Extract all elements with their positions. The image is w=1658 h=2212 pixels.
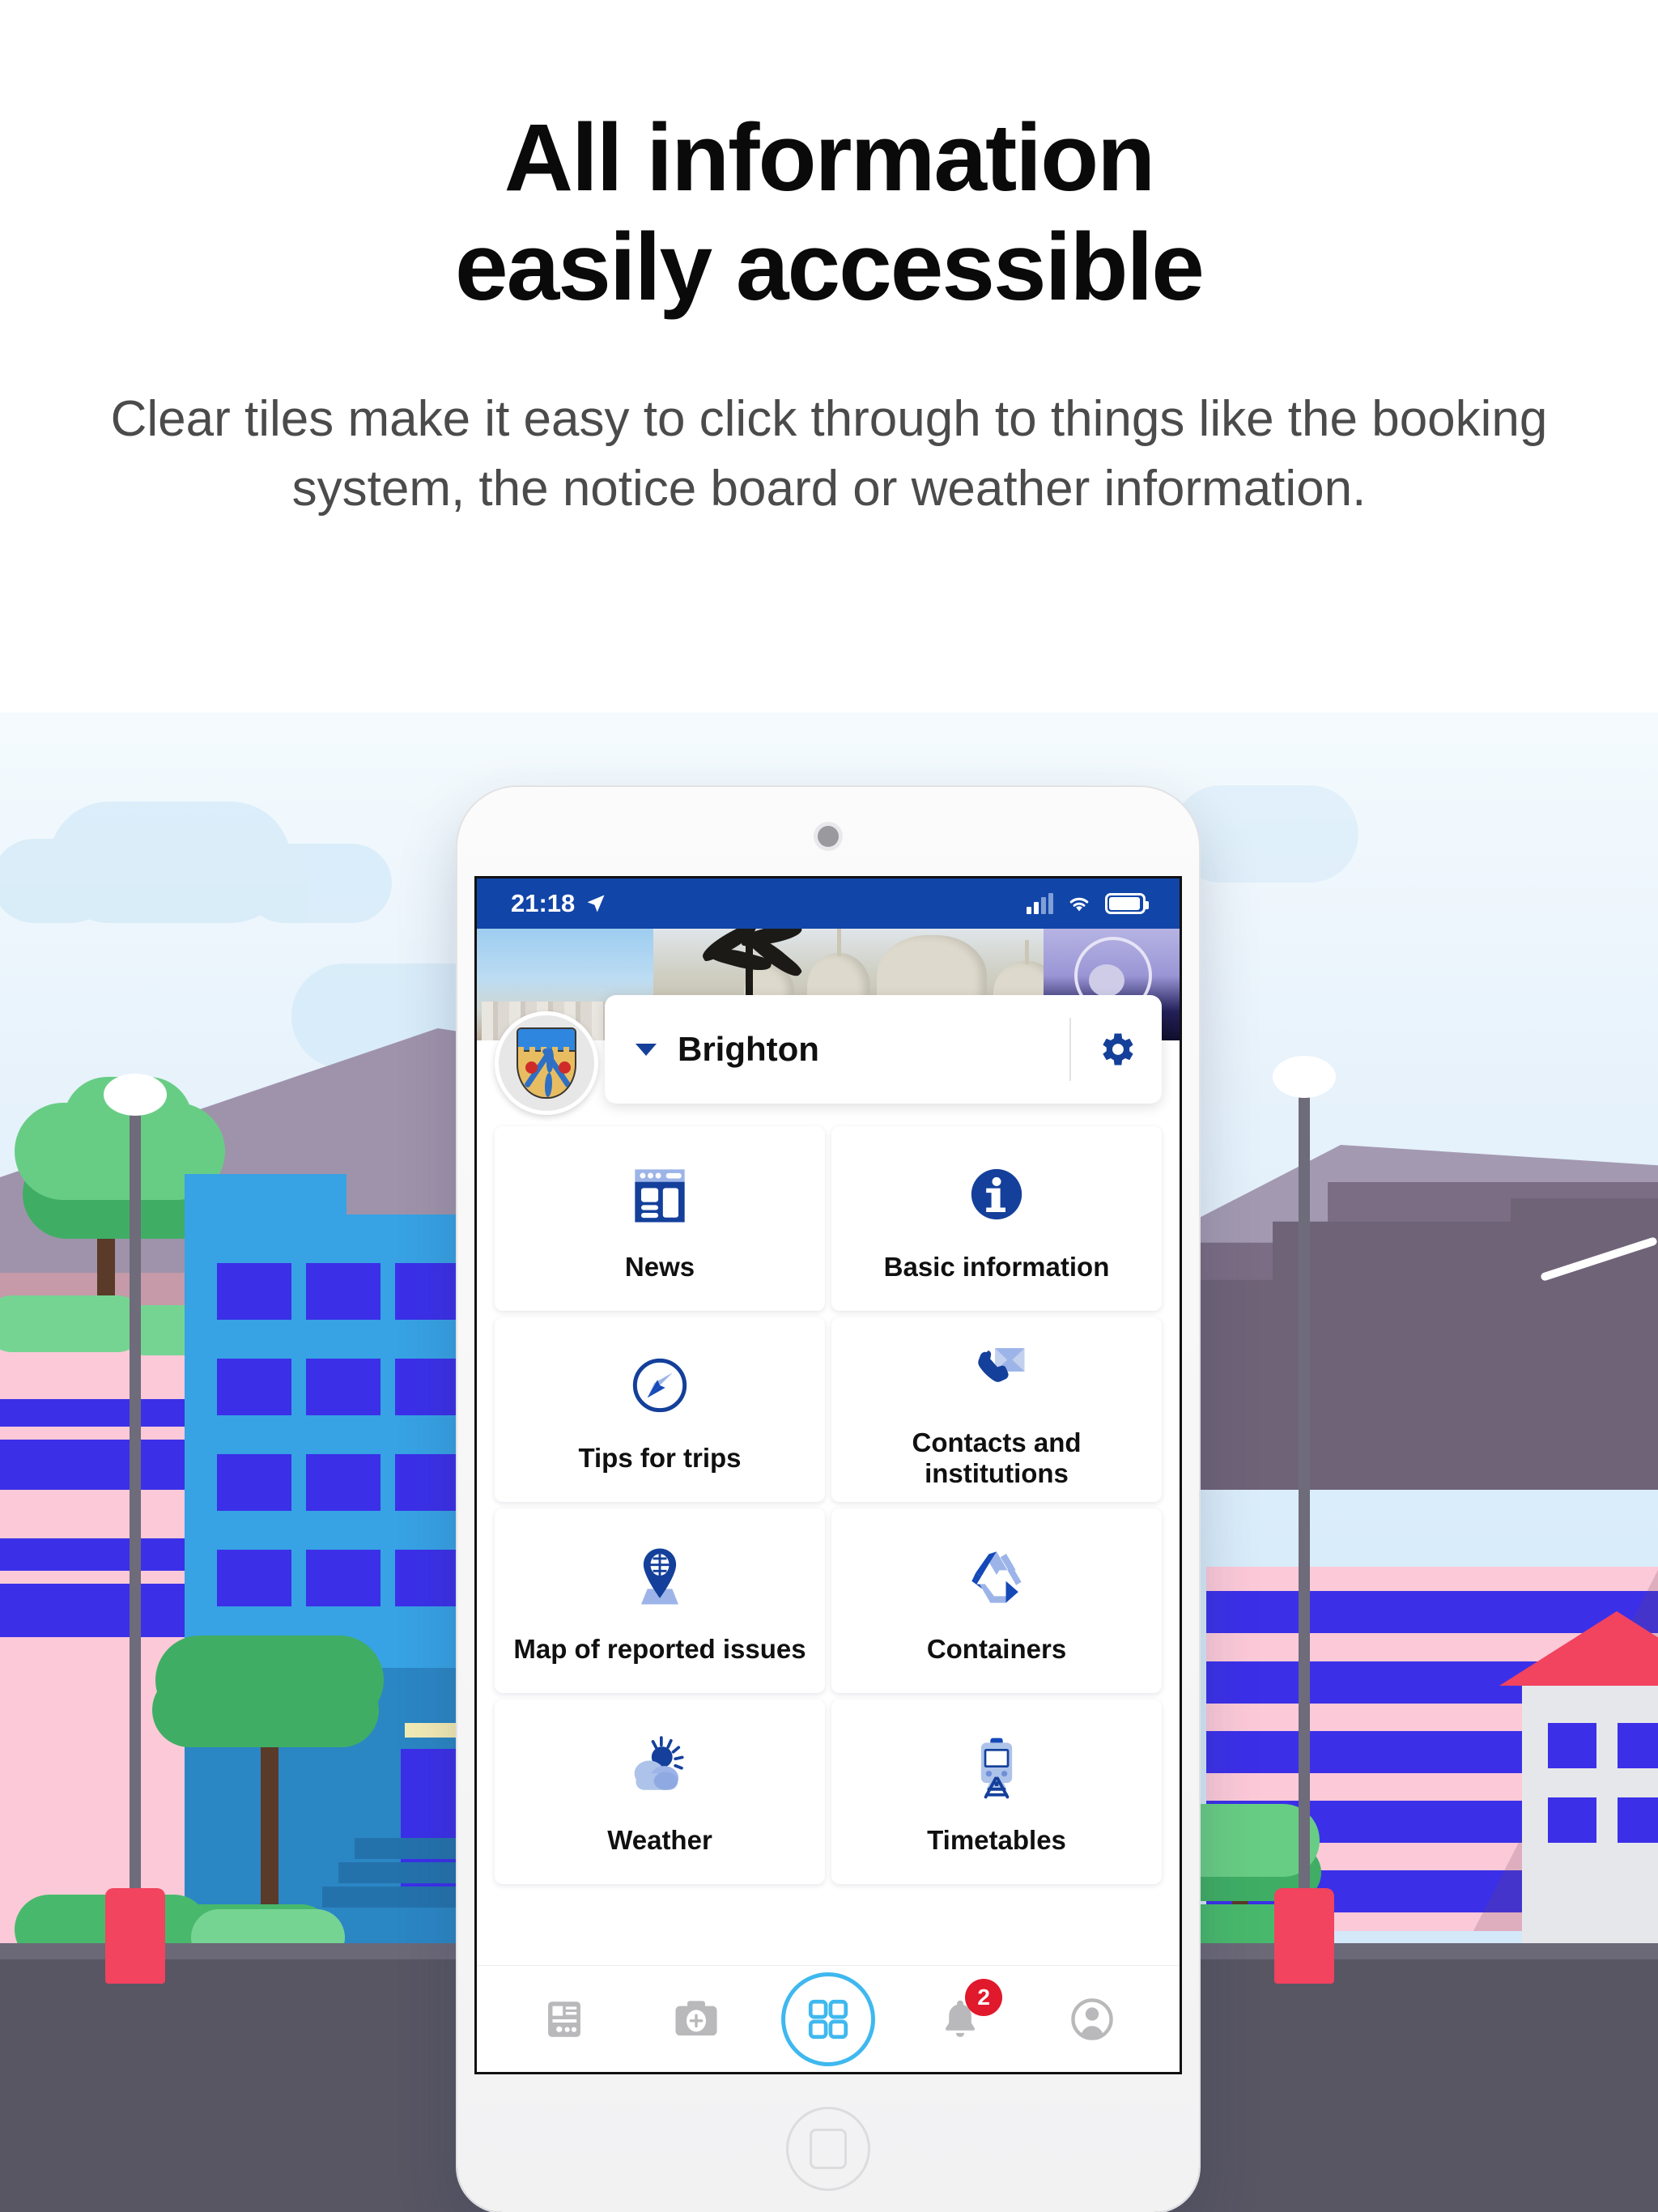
front-camera-icon — [818, 826, 839, 847]
city-dropdown[interactable]: Brighton — [605, 1030, 1069, 1069]
tile-label: Containers — [926, 1634, 1067, 1664]
battery-icon — [1105, 893, 1149, 914]
phone-envelope-icon — [959, 1330, 1034, 1410]
nav-item-dashboard[interactable] — [780, 1972, 877, 2066]
city-selector[interactable]: Brighton — [605, 995, 1162, 1104]
news-feed-icon — [547, 2001, 580, 2037]
promo-subhead: Clear tiles make it easy to click throug… — [110, 391, 1548, 517]
tile-label: News — [624, 1252, 695, 1282]
info-circle-icon — [961, 1155, 1032, 1234]
compass-icon — [623, 1346, 697, 1425]
phone-screen: 21:18 Brighton News Basic information Ti… — [474, 876, 1182, 2074]
nav-item-report[interactable] — [648, 1976, 745, 2063]
cloud-icon — [1172, 785, 1358, 883]
settings-button[interactable] — [1071, 1028, 1162, 1070]
status-right — [1027, 893, 1149, 914]
home-button-icon[interactable] — [786, 2107, 870, 2191]
wifi-icon — [1069, 897, 1089, 912]
chevron-down-icon — [636, 1043, 657, 1056]
page-title: All information easily accessible — [455, 104, 1205, 321]
news-window-icon — [623, 1155, 697, 1234]
tile-grid: News Basic information Tips for trips Co… — [477, 1040, 1180, 1884]
tile-label: Basic information — [883, 1252, 1110, 1282]
tile-tips-for-trips[interactable]: Tips for trips — [495, 1317, 825, 1502]
tile-map-of-reported-issues[interactable]: Map of reported issues — [495, 1508, 825, 1693]
promo-header: All information easily accessible Clear … — [0, 0, 1658, 713]
headline-line-1: All information — [504, 104, 1156, 211]
camera-add-icon — [675, 2000, 717, 2035]
cloud-icon — [0, 802, 392, 923]
selected-city-label: Brighton — [678, 1030, 819, 1068]
notification-badge: 2 — [965, 1978, 1003, 2016]
tile-contacts-and-institutions[interactable]: Contacts and institutions — [831, 1317, 1162, 1502]
status-bar: 21:18 — [477, 878, 1180, 929]
status-time: 21:18 — [511, 889, 576, 917]
tile-news[interactable]: News — [495, 1126, 825, 1311]
nav-item-profile[interactable] — [1044, 1976, 1141, 2063]
headline-line-2: easily accessible — [455, 213, 1205, 321]
tile-label: Timetables — [927, 1825, 1066, 1855]
recycling-icon — [959, 1537, 1034, 1616]
tile-containers[interactable]: Containers — [831, 1508, 1162, 1693]
nav-item-notifications[interactable]: 2 — [912, 1976, 1009, 2063]
tile-label: Tips for trips — [578, 1443, 742, 1473]
brighton-coat-of-arms-icon[interactable] — [495, 1011, 598, 1115]
gear-icon — [1103, 1033, 1133, 1066]
tile-label: Contacts and institutions — [912, 1427, 1082, 1488]
status-left: 21:18 — [511, 889, 607, 918]
user-avatar-icon — [1071, 1997, 1114, 2040]
tile-label: Map of reported issues — [513, 1634, 806, 1664]
sun-cloud-icon — [621, 1728, 699, 1807]
tile-weather[interactable]: Weather — [495, 1699, 825, 1884]
tile-timetables[interactable]: Timetables — [831, 1699, 1162, 1884]
tile-basic-information[interactable]: Basic information — [831, 1126, 1162, 1311]
phone-mockup: 21:18 Brighton News Basic information Ti… — [457, 787, 1199, 2212]
nav-item-feed[interactable] — [516, 1976, 613, 2063]
signal-bars-icon — [1027, 893, 1053, 914]
tile-label: Weather — [607, 1825, 712, 1855]
bottom-navigation: 2 — [477, 1965, 1180, 2072]
map-pin-globe-icon — [623, 1537, 697, 1616]
train-icon — [959, 1728, 1034, 1807]
active-indicator-ring — [780, 1972, 875, 2066]
location-arrow-icon — [587, 895, 605, 912]
